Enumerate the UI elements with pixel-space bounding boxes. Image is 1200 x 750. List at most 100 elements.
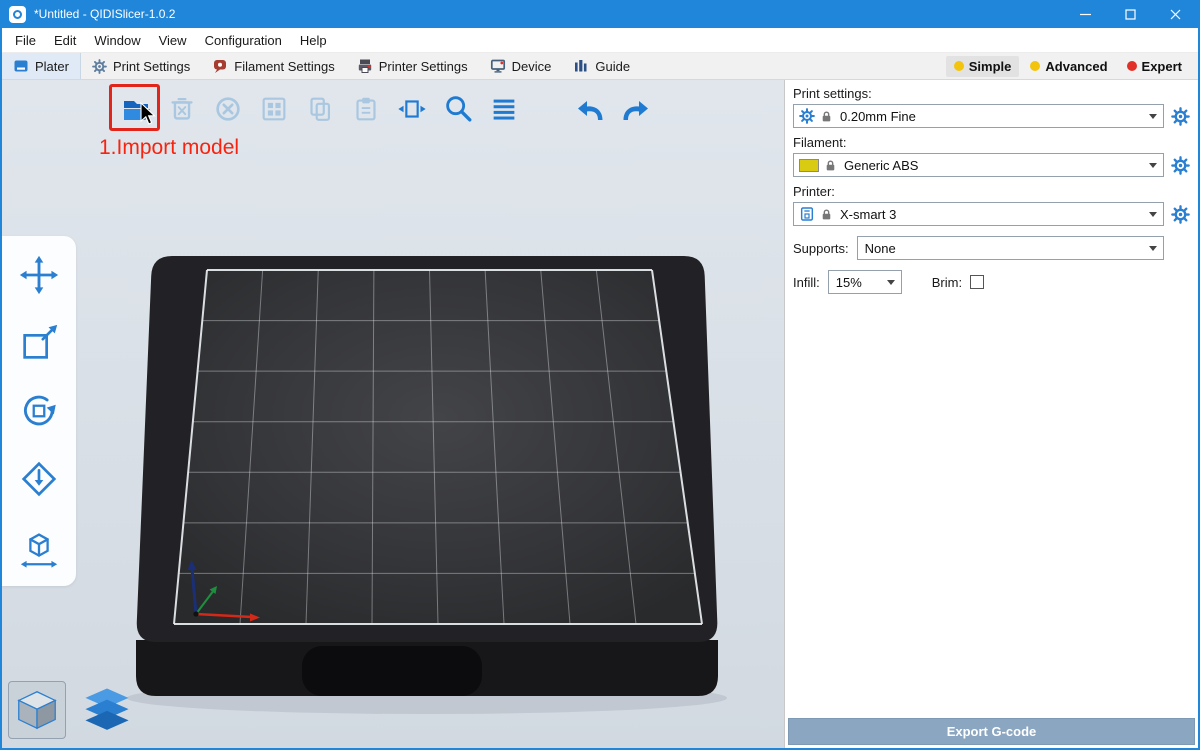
preview-layers-icon (82, 686, 132, 734)
window-controls (1063, 0, 1198, 28)
tab-label: Filament Settings (234, 59, 334, 74)
gear-icon (92, 59, 107, 74)
tab-guide[interactable]: Guide (562, 53, 641, 79)
infill-combo[interactable]: 15% (828, 270, 902, 294)
menu-help[interactable]: Help (291, 30, 336, 51)
close-button[interactable] (1153, 0, 1198, 28)
minimize-button[interactable] (1063, 0, 1108, 28)
paste-button[interactable] (344, 88, 388, 130)
close-icon (1170, 9, 1181, 20)
arrange-button[interactable] (252, 88, 296, 130)
top-toolbar (114, 88, 660, 130)
menubar: File Edit Window View Configuration Help (2, 28, 1198, 53)
supports-label: Supports: (793, 241, 849, 256)
device-icon (490, 58, 506, 74)
filament-combo[interactable]: Generic ABS (793, 153, 1164, 177)
redo-button[interactable] (614, 88, 658, 130)
mode-advanced[interactable]: Advanced (1022, 56, 1115, 77)
mode-label: Advanced (1045, 59, 1107, 74)
print-settings-combo[interactable]: 0.20mm Fine (793, 104, 1164, 128)
chevron-down-icon (1143, 237, 1163, 259)
tab-label: Guide (595, 59, 630, 74)
brim-checkbox[interactable] (970, 275, 984, 289)
move-button[interactable] (16, 252, 62, 298)
tabbar: Plater Print Settings Filament Settings … (2, 53, 1198, 80)
place-on-face-icon (17, 457, 61, 501)
filament-label: Filament: (793, 135, 1190, 150)
split-objects-button[interactable] (390, 88, 434, 130)
printer-icon (357, 58, 373, 74)
variable-layer-height-button[interactable] (482, 88, 526, 130)
editor-view-button[interactable] (8, 681, 66, 739)
mouse-cursor (139, 102, 157, 126)
print-settings-value: 0.20mm Fine (840, 109, 916, 124)
printer-gear-button[interactable] (1164, 205, 1190, 224)
advanced-mode-dot-icon (1030, 61, 1040, 71)
tab-filament-settings[interactable]: Filament Settings (201, 53, 345, 79)
chevron-down-icon (1143, 105, 1163, 127)
export-gcode-button[interactable]: Export G-code (788, 718, 1195, 745)
undo-button[interactable] (568, 88, 612, 130)
brim-label: Brim: (932, 275, 962, 290)
left-toolbar (2, 236, 76, 586)
print-settings-label: Print settings: (793, 86, 1190, 101)
view-mode-switch (8, 681, 136, 739)
tab-plater[interactable]: Plater (2, 53, 81, 79)
tab-printer-settings[interactable]: Printer Settings (346, 53, 479, 79)
filament-value: Generic ABS (844, 158, 918, 173)
menu-edit[interactable]: Edit (45, 30, 85, 51)
tab-print-settings[interactable]: Print Settings (81, 53, 201, 79)
copy-icon (304, 93, 336, 125)
printer-combo[interactable]: X-smart 3 (793, 202, 1164, 226)
print-settings-gear-button[interactable] (1164, 107, 1190, 126)
menu-window[interactable]: Window (85, 30, 149, 51)
gear-icon (1171, 107, 1190, 126)
scale-button[interactable] (16, 320, 62, 366)
menu-configuration[interactable]: Configuration (196, 30, 291, 51)
viewport-3d[interactable]: 1.Import model (2, 80, 784, 749)
supports-combo[interactable]: None (857, 236, 1164, 260)
plater-icon (13, 58, 29, 74)
window-title: *Untitled - QIDISlicer-1.0.2 (34, 7, 175, 21)
gear-icon (799, 108, 815, 124)
print-bed (2, 80, 784, 749)
printer-label: Printer: (793, 184, 1190, 199)
preview-view-button[interactable] (78, 681, 136, 739)
gear-icon (1171, 156, 1190, 175)
printer-icon (799, 206, 815, 222)
lock-icon (824, 159, 837, 172)
rotate-button[interactable] (16, 388, 62, 434)
lock-icon (820, 208, 833, 221)
tab-label: Device (512, 59, 552, 74)
expert-mode-dot-icon (1127, 61, 1137, 71)
mode-expert[interactable]: Expert (1119, 56, 1190, 77)
filament-gear-button[interactable] (1164, 156, 1190, 175)
tab-label: Plater (35, 59, 69, 74)
size-icon (17, 525, 61, 569)
variable-layer-height-icon (488, 93, 520, 125)
main-area: 1.Import model (2, 80, 1198, 749)
simple-mode-dot-icon (954, 61, 964, 71)
mode-label: Simple (969, 59, 1012, 74)
tab-device[interactable]: Device (479, 53, 563, 79)
3d-editor-icon (14, 686, 60, 734)
annotation-import-model: 1.Import model (99, 136, 239, 160)
menu-file[interactable]: File (6, 30, 45, 51)
mode-switcher: Simple Advanced Expert (946, 53, 1198, 79)
chevron-down-icon (1143, 154, 1163, 176)
delete-button[interactable] (160, 88, 204, 130)
mode-simple[interactable]: Simple (946, 56, 1020, 77)
delete-all-button[interactable] (206, 88, 250, 130)
place-on-face-button[interactable] (16, 456, 62, 502)
copy-button[interactable] (298, 88, 342, 130)
settings-sidebar: Print settings: 0.20mm Fine Filament: Ge… (784, 80, 1198, 749)
size-button[interactable] (16, 524, 62, 570)
filament-icon (212, 58, 228, 74)
supports-value: None (865, 241, 896, 256)
search-button[interactable] (436, 88, 480, 130)
guide-icon (573, 58, 589, 74)
app-logo-icon (9, 6, 26, 23)
menu-view[interactable]: View (150, 30, 196, 51)
maximize-button[interactable] (1108, 0, 1153, 28)
rotate-icon (17, 389, 61, 433)
